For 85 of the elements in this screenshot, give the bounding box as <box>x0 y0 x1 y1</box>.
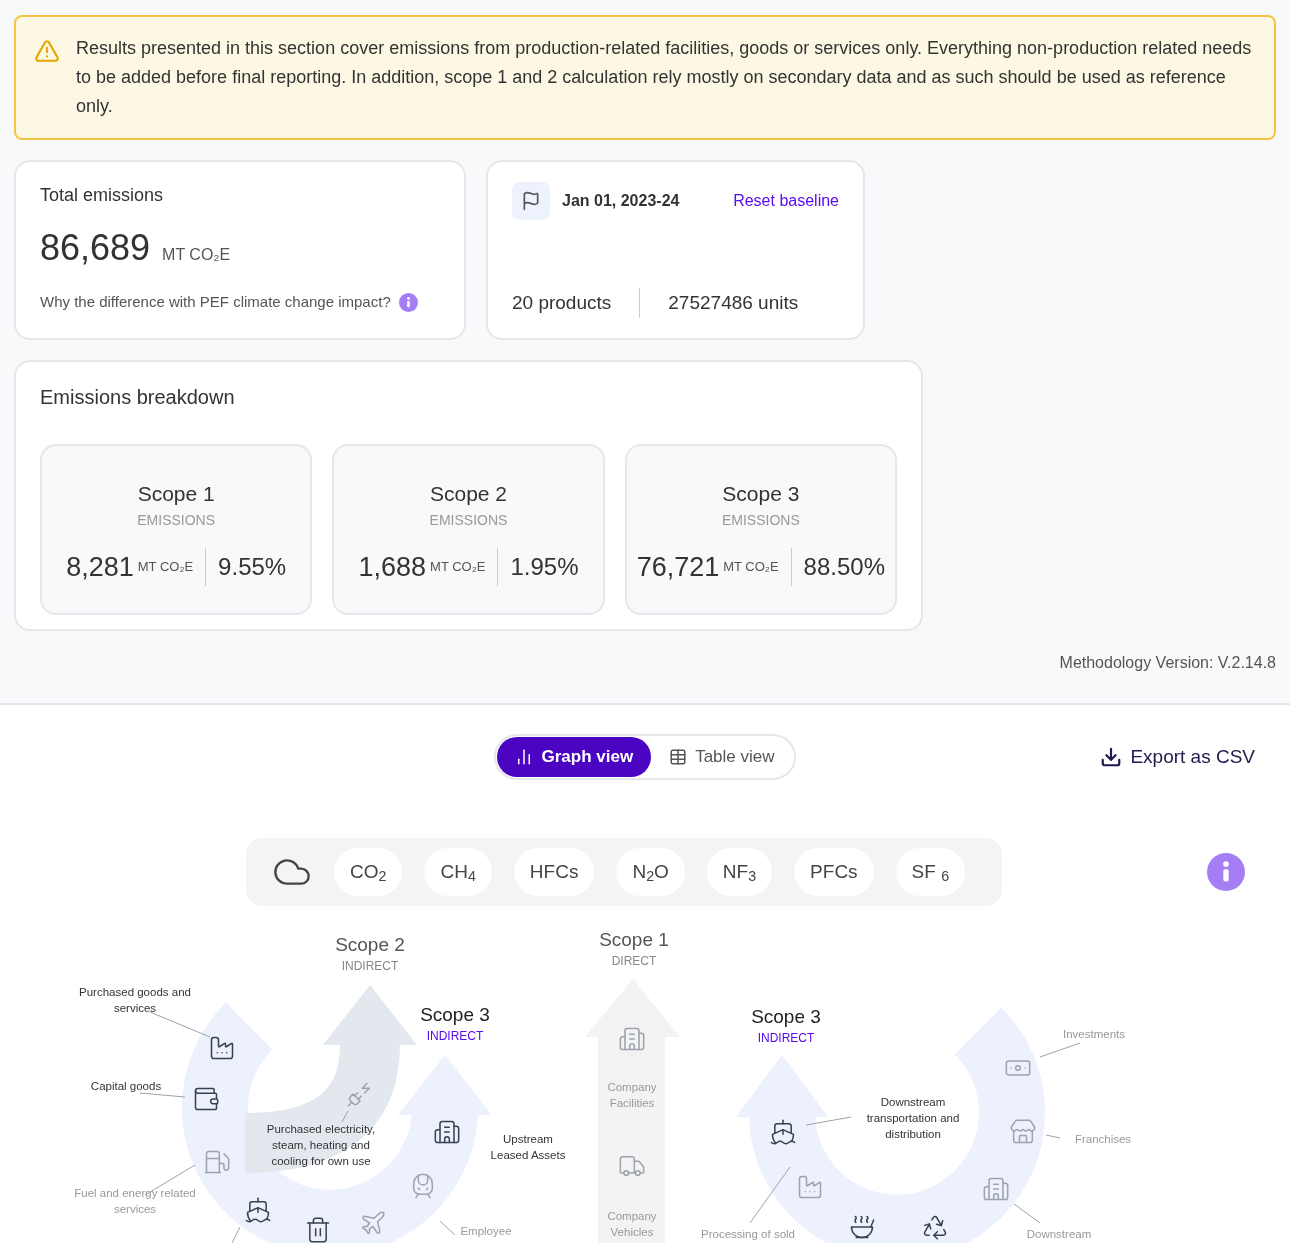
gas-chip[interactable]: CO$_{2}$ <box>334 848 403 896</box>
scope-type: INDIRECT <box>757 1030 815 1047</box>
methodology-version: Methodology Version: V.2.14.8 <box>1059 653 1276 673</box>
scope-percent: 9.55% <box>218 551 287 582</box>
category-label: Company Facilities <box>606 1080 658 1111</box>
scope-subtitle: EMISSIONS <box>429 510 508 530</box>
scope-value: 76,721 <box>636 550 720 584</box>
gas-chip[interactable]: NF$_{3}$ <box>706 848 773 896</box>
factory-icon <box>208 1034 236 1062</box>
leader-line <box>341 1110 349 1123</box>
scope-percent: 1.95% <box>510 551 579 582</box>
scope-type: INDIRECT <box>426 1028 484 1045</box>
warning-icon <box>34 38 60 64</box>
gas-chip[interactable]: CH$_{4}$ <box>424 848 492 896</box>
category-label: Downstream <box>1025 1227 1093 1242</box>
scope-value: 8,281 <box>66 550 134 584</box>
recycle-icon <box>921 1213 949 1241</box>
info-icon[interactable] <box>398 292 418 312</box>
category-label: Capital goods <box>89 1079 163 1094</box>
leader-line <box>1039 1042 1081 1058</box>
scope-heading: Scope 3 <box>420 1003 490 1027</box>
gas-chip[interactable]: N$_{2}$O <box>616 848 685 896</box>
scope-heading: Scope 2 <box>335 933 405 957</box>
trash-can-icon <box>304 1216 332 1243</box>
gas-chip[interactable]: HFCs <box>513 848 595 896</box>
unit-count: 27527486 units <box>668 290 799 315</box>
building-icon <box>433 1118 461 1146</box>
airplane-icon <box>359 1209 387 1237</box>
help-question: Why the difference with PEF climate change impact? <box>40 292 391 312</box>
bowl-icon <box>848 1213 876 1241</box>
wallet-icon <box>192 1085 220 1113</box>
leader-line <box>1013 1203 1041 1224</box>
scope-title: Scope 3 <box>722 481 800 507</box>
store-icon <box>1009 1118 1037 1146</box>
notice-text: Results presented in this section cover emissions from production-related facilities, goods or services only. Everything non-production related needs to be added before final reporting. In addition, scope 1 and 2 calculation rely mostly on secondary data and as such should be used as reference only. <box>76 37 1253 118</box>
download-icon <box>1100 746 1123 768</box>
category-label: Purchased goods and services <box>78 985 192 1016</box>
gas-chip[interactable]: PFCs <box>794 848 874 896</box>
export-button[interactable]: Export as CSV <box>1100 742 1255 772</box>
scope-heading: Scope 1 <box>599 928 669 952</box>
flag-icon <box>512 182 550 220</box>
category-label: Fuel and energy related services <box>73 1186 197 1217</box>
info-icon[interactable] <box>1207 853 1245 891</box>
category-label: Company Vehicles <box>606 1209 658 1240</box>
category-label: Franchises <box>1073 1132 1133 1147</box>
scope-type: DIRECT <box>611 953 657 970</box>
building-icon <box>618 1025 646 1053</box>
factory-icon <box>796 1173 824 1201</box>
scope-title: Scope 2 <box>429 481 507 507</box>
fuel-pump-icon <box>203 1148 231 1176</box>
unit-label: MT CO₂E <box>137 558 194 576</box>
total-value: 86,689 <box>40 226 151 270</box>
table-icon <box>669 748 688 766</box>
card-title: Total emissions <box>40 184 165 207</box>
unit-label: MT CO₂E <box>430 558 486 576</box>
category-label: Upstream Leased Assets <box>489 1132 567 1163</box>
scope-title: Scope 1 <box>137 481 215 507</box>
ship-icon <box>769 1118 797 1146</box>
building-icon <box>982 1175 1010 1203</box>
card-title: Emissions breakdown <box>40 385 236 410</box>
leader-line <box>749 1166 791 1224</box>
scope-percent: 88.50% <box>803 551 885 582</box>
reset-baseline-link[interactable]: Reset baseline <box>733 189 839 213</box>
baseline-date: Jan 01, 2023-24 <box>562 191 680 211</box>
gas-chip[interactable]: SF $_{6}$ <box>895 848 966 896</box>
view-tab[interactable]: Graph view <box>497 737 652 777</box>
leader-line <box>139 1092 186 1098</box>
ship-icon <box>244 1196 272 1224</box>
scope-subtitle: EMISSIONS <box>137 510 216 530</box>
leader-line <box>1045 1134 1061 1139</box>
category-label: Investments <box>1062 1027 1126 1042</box>
category-label: Employee <box>459 1224 513 1239</box>
category-label: Processing of sold <box>700 1227 796 1242</box>
scope-type: INDIRECT <box>341 958 399 975</box>
leader-line <box>805 1116 852 1126</box>
product-count: 20 products <box>512 290 612 315</box>
scope-heading: Scope 3 <box>751 1005 821 1029</box>
scope-subtitle: EMISSIONS <box>721 510 800 530</box>
category-label: Purchased electricity, steam, heating and cooling for own use <box>266 1122 376 1169</box>
leader-line <box>439 1220 456 1236</box>
unit-label: MT CO₂E <box>162 245 231 265</box>
leader-line <box>149 1011 211 1038</box>
scope-value: 1,688 <box>358 550 427 584</box>
category-label: Downstream transportation and distribution <box>865 1095 961 1142</box>
unit-label: MT CO₂E <box>723 558 779 576</box>
